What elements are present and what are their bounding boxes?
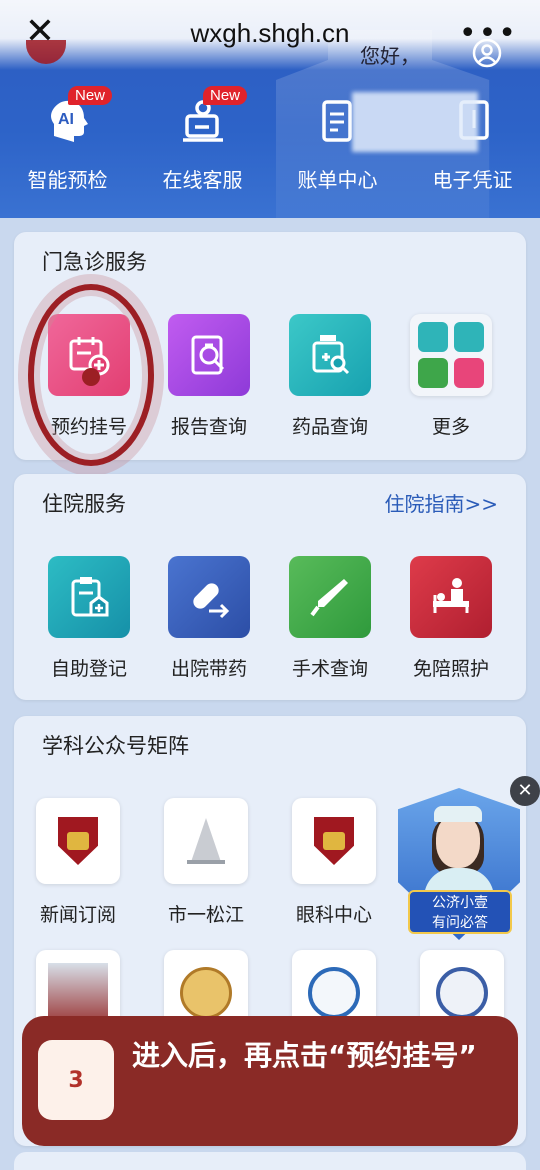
- medicine-search-icon: [289, 314, 371, 396]
- hospital-shield-logo: [36, 798, 120, 884]
- section-title: 学科公众号矩阵: [42, 734, 189, 758]
- inpatient-services-card: 住院服务 住院指南>> 自助登记 出院带药 手术查询 免陪照护: [14, 474, 526, 700]
- assistant-slogan: 有问必答: [432, 915, 488, 931]
- pill-arrow-icon: [168, 556, 250, 638]
- assistant-close-icon[interactable]: ✕: [510, 776, 540, 806]
- svg-text:AI: AI: [58, 111, 74, 128]
- quick-action-label: 智能预检: [27, 168, 108, 192]
- account-label: 眼科中心: [295, 904, 372, 926]
- blurred-region: [352, 92, 478, 152]
- service-surgery-query[interactable]: 手术查询: [256, 556, 377, 686]
- service-discharge-medication[interactable]: 出院带药: [135, 556, 256, 686]
- quick-action-label: 在线客服: [162, 168, 243, 192]
- service-label: 免陪照护: [412, 658, 489, 680]
- new-badge: New: [203, 86, 248, 105]
- account-news-subscription[interactable]: 新闻订阅: [14, 798, 154, 948]
- tower-logo: [164, 798, 248, 884]
- service-self-registration[interactable]: 自助登记: [14, 556, 135, 686]
- instruction-overlay: 3 进入后，再点击“预约挂号”: [22, 1016, 518, 1146]
- quick-action-customer-service[interactable]: New 在线客服: [135, 86, 270, 206]
- user-icon[interactable]: [472, 38, 502, 68]
- quick-action-label: 账单中心: [297, 168, 378, 192]
- next-section-card: [14, 1152, 526, 1170]
- quick-action-ai-precheck[interactable]: AI New 智能预检: [0, 86, 135, 206]
- inpatient-guide-link[interactable]: 住院指南>>: [384, 488, 498, 517]
- clipboard-hospital-icon: [48, 556, 130, 638]
- scalpel-icon: [289, 556, 371, 638]
- annotation-dot: [82, 368, 100, 386]
- inpatient-grid: 自助登记 出院带药 手术查询 免陪照护: [14, 556, 526, 686]
- more-grid-icon: [410, 314, 492, 396]
- account-label: 新闻订阅: [39, 904, 116, 926]
- new-badge: New: [68, 86, 113, 105]
- account-eye-center[interactable]: 眼科中心: [270, 798, 410, 948]
- account-songjiang[interactable]: 市一松江: [142, 798, 282, 948]
- greeting-text: 您好，: [360, 44, 420, 68]
- step-number: 3: [38, 1040, 114, 1120]
- account-label: 市一松江: [167, 904, 244, 926]
- assistant-name: 公济小壹: [432, 895, 488, 911]
- section-title: 门急诊服务: [42, 250, 147, 274]
- report-search-icon: [168, 314, 250, 396]
- service-more[interactable]: 更多: [377, 314, 498, 444]
- instruction-text: 进入后，再点击“预约挂号”: [132, 1039, 477, 1072]
- assistant-banner[interactable]: 公济小壹 有问必答: [408, 890, 512, 934]
- service-medicine-query[interactable]: 药品查询: [256, 314, 377, 444]
- service-label: 更多: [431, 416, 470, 438]
- nursing-bed-icon: [410, 556, 492, 638]
- quick-action-label: 电子凭证: [432, 168, 513, 192]
- section-title: 住院服务: [42, 492, 126, 516]
- service-nursing-care[interactable]: 免陪照护: [377, 556, 498, 686]
- header-banner: ✕ wxgh.shgh.cn ••• 您好， AI New 智能预检 New 在…: [0, 0, 540, 218]
- hospital-shield-logo: [292, 798, 376, 884]
